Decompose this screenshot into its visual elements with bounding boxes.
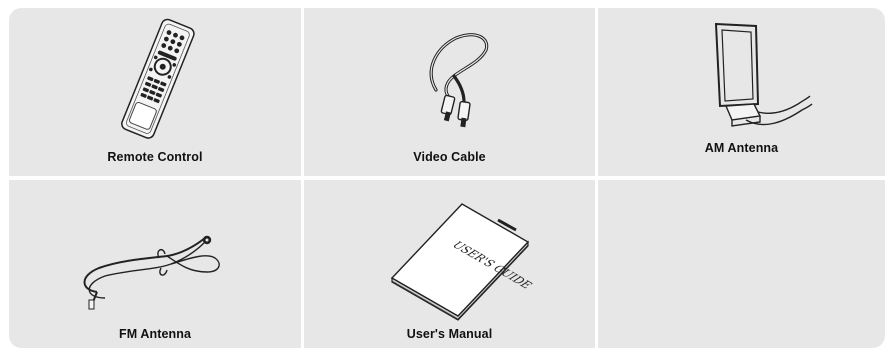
fm-antenna-icon [83, 235, 220, 310]
accessory-label: Video Cable [413, 150, 486, 164]
accessory-cell-video-cable: Video Cable [304, 8, 595, 176]
accessory-label: Remote Control [107, 150, 203, 164]
accessory-cell-remote-control: Remote Control [9, 8, 301, 176]
accessory-cell-fm-antenna: FM Antenna [9, 180, 301, 348]
accessory-label: AM Antenna [704, 141, 779, 155]
accessories-panel: Remote Control Video Cable AM Antenna FM… [9, 8, 885, 348]
accessory-label: FM Antenna [118, 327, 192, 341]
users-manual-icon: USER'S GUIDE [390, 203, 535, 321]
accessory-cell-empty [598, 180, 885, 348]
accessory-cell-users-manual: USER'S GUIDE User's Manual [304, 180, 595, 348]
accessory-label: User's Manual [406, 327, 493, 341]
accessory-cell-am-antenna: AM Antenna [598, 8, 885, 176]
